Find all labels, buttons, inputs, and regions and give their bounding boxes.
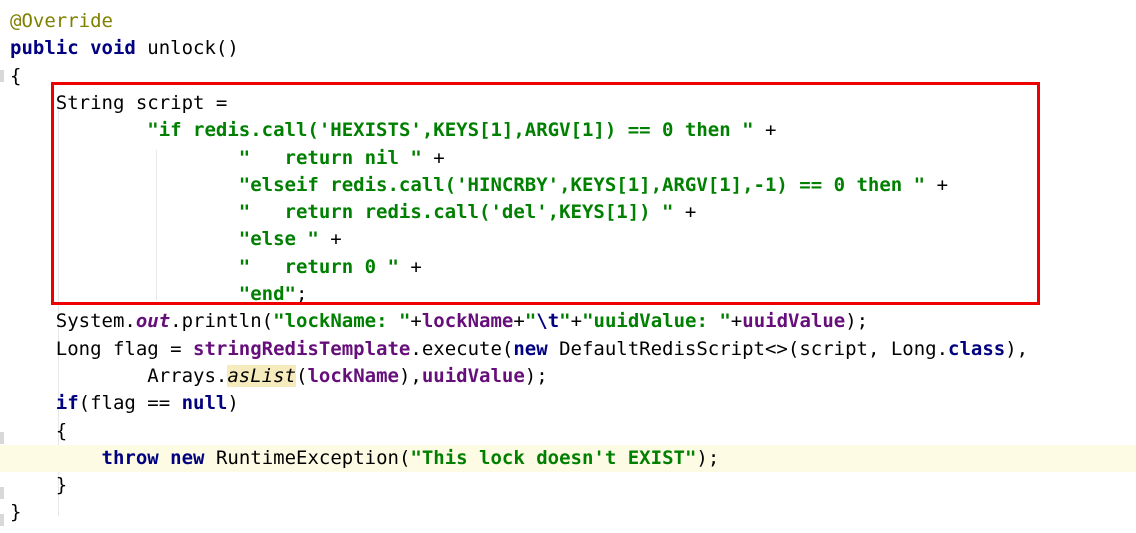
code-token: Arrays. bbox=[10, 364, 228, 387]
code-token: ), bbox=[1005, 337, 1029, 360]
code-token: uuidValue bbox=[421, 364, 525, 387]
code-token: + bbox=[570, 310, 583, 333]
code-token: new bbox=[513, 337, 548, 360]
code-line[interactable]: Arrays.asList(lockName),uuidValue); bbox=[10, 363, 548, 390]
code-token: @Override bbox=[10, 10, 113, 32]
code-line[interactable]: { bbox=[10, 418, 67, 445]
code-token: + bbox=[513, 310, 525, 333]
code-line[interactable]: } bbox=[10, 472, 67, 499]
code-token: Long flag = bbox=[10, 337, 194, 360]
code-token: "lockName: " bbox=[273, 310, 411, 333]
code-token: \t bbox=[536, 310, 560, 333]
code-token: + bbox=[410, 310, 422, 333]
code-token: { bbox=[10, 64, 22, 87]
code-line[interactable]: @Override bbox=[10, 8, 113, 35]
code-token: } bbox=[10, 474, 68, 497]
code-token: if bbox=[55, 392, 79, 415]
code-editor[interactable]: @Override public void unlock(){ String sc… bbox=[0, 0, 1136, 533]
code-token: ); bbox=[845, 310, 869, 333]
code-token: uuidValue bbox=[742, 310, 846, 333]
code-token: " bbox=[559, 310, 571, 333]
code-token: " bbox=[524, 310, 537, 333]
code-token: unlock() bbox=[135, 37, 239, 60]
code-token: public bbox=[10, 37, 79, 60]
code-token: "uuidValue: " bbox=[582, 310, 731, 333]
code-line[interactable]: if(flag == null) bbox=[10, 390, 239, 417]
code-token: .println( bbox=[170, 310, 274, 333]
code-token: asList bbox=[227, 364, 296, 387]
code-token: RuntimeException( bbox=[204, 446, 411, 469]
code-token: ), bbox=[398, 364, 422, 387]
fold-marker-icon[interactable] bbox=[0, 514, 4, 526]
code-token: out bbox=[135, 310, 171, 333]
fold-marker-icon[interactable] bbox=[0, 70, 4, 82]
code-line[interactable]: public void unlock() bbox=[10, 35, 239, 62]
code-token: null bbox=[181, 392, 228, 415]
code-token: ) bbox=[227, 392, 239, 415]
code-token: ( bbox=[295, 364, 308, 387]
code-token: .execute( bbox=[410, 337, 514, 360]
code-token: void bbox=[90, 37, 136, 60]
code-line[interactable]: Long flag = stringRedisTemplate.execute(… bbox=[10, 336, 1028, 363]
code-token: ); bbox=[696, 446, 720, 469]
code-line[interactable]: throw new RuntimeException("This lock do… bbox=[0, 444, 1136, 472]
code-token: } bbox=[10, 501, 22, 524]
code-token: lockName bbox=[307, 364, 399, 387]
code-token: { bbox=[10, 419, 68, 442]
code-line[interactable]: } bbox=[10, 499, 21, 526]
code-token: throw bbox=[101, 446, 159, 469]
code-line[interactable]: System.out.println("lockName: "+lockName… bbox=[10, 308, 868, 335]
code-token: + bbox=[730, 310, 743, 333]
code-token: (flag == bbox=[78, 392, 182, 415]
code-token: lockName bbox=[421, 310, 514, 333]
highlight-box bbox=[51, 82, 1040, 305]
code-line[interactable]: { bbox=[10, 63, 21, 90]
code-token: new bbox=[170, 446, 205, 469]
code-token: System. bbox=[10, 310, 136, 333]
code-token: class bbox=[948, 337, 1006, 360]
fold-marker-icon[interactable] bbox=[0, 487, 4, 499]
code-token: stringRedisTemplate bbox=[193, 337, 411, 360]
code-token: ); bbox=[524, 364, 548, 387]
code-token: "This lock doesn't EXIST" bbox=[410, 446, 697, 469]
fold-marker-icon[interactable] bbox=[0, 432, 4, 444]
code-token: DefaultRedisScript<>(script, Long. bbox=[547, 337, 949, 360]
